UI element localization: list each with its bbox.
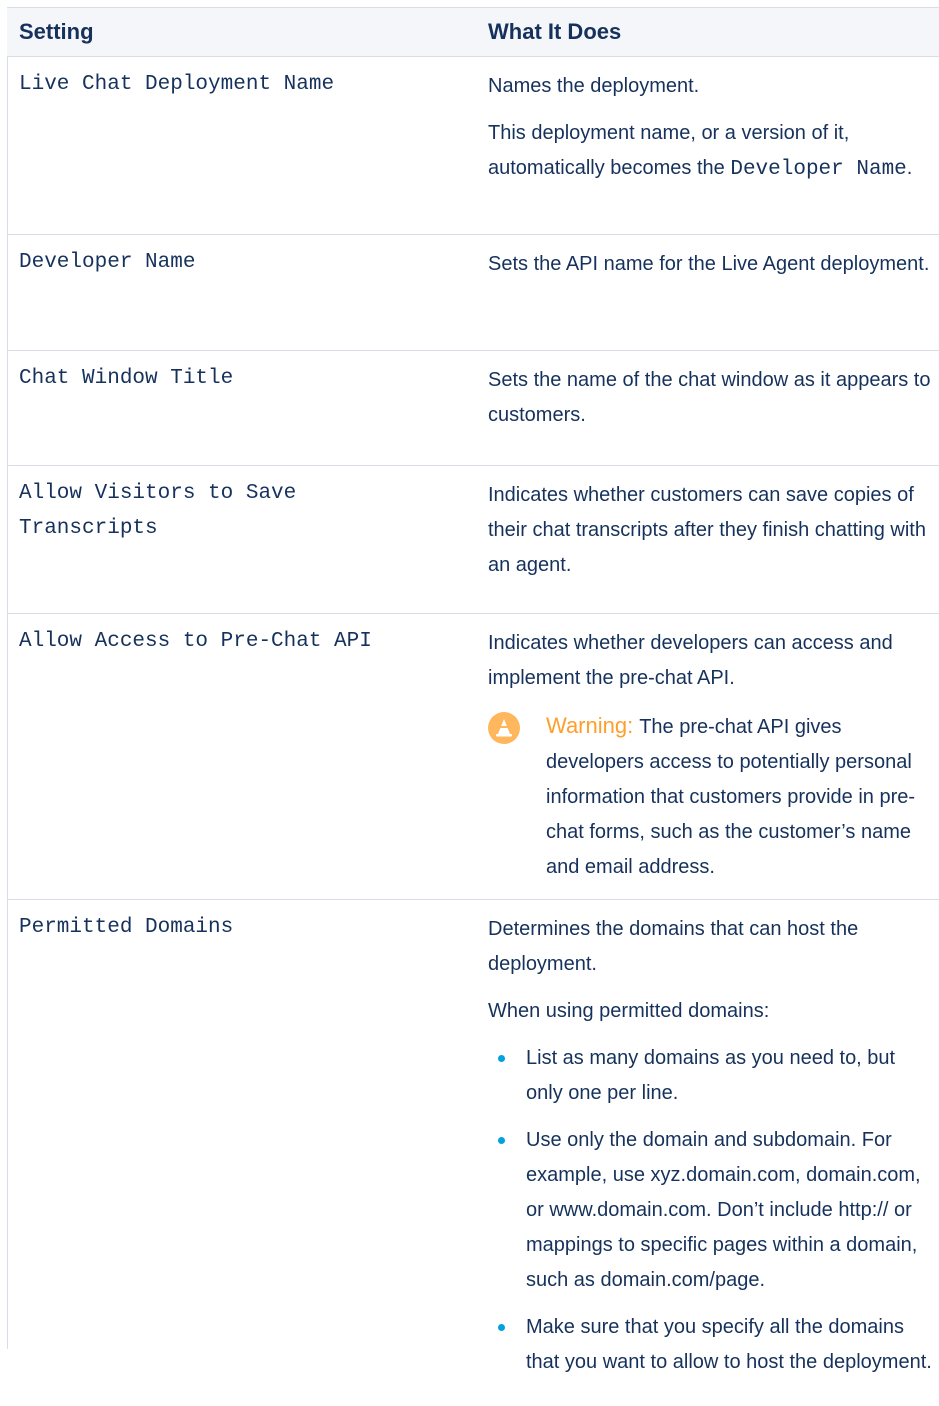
- description-paragraph: When using permitted domains:: [488, 994, 939, 1029]
- table-row: Chat Window Title Sets the name of the c…: [7, 351, 939, 466]
- description-text: .: [907, 157, 913, 179]
- warning-callout: Warning:The pre-chat API gives developer…: [488, 708, 939, 885]
- description-cell: Names the deployment. This deployment na…: [477, 57, 939, 235]
- description-paragraph: Sets the API name for the Live Agent dep…: [488, 247, 939, 282]
- description-cell: Sets the name of the chat window as it a…: [477, 351, 939, 466]
- header-setting: Setting: [7, 8, 477, 57]
- setting-name: Allow Access to Pre-Chat API: [19, 624, 477, 659]
- list-item: Use only the domain and subdomain. For e…: [488, 1123, 939, 1298]
- list-item: List as many domains as you need to, but…: [488, 1041, 939, 1111]
- table-row: Live Chat Deployment Name Names the depl…: [7, 57, 939, 235]
- setting-name: Developer Name: [19, 245, 477, 280]
- description-paragraph: Sets the name of the chat window as it a…: [488, 363, 939, 433]
- setting-cell: Live Chat Deployment Name: [7, 57, 477, 235]
- setting-name: Allow Visitors to Save Transcripts: [19, 476, 477, 546]
- description-paragraph: Determines the domains that can host the…: [488, 912, 939, 982]
- bullet-icon: [498, 1137, 505, 1144]
- warning-icon-wrap: [488, 708, 546, 885]
- table-row: Developer Name Sets the API name for the…: [7, 235, 939, 351]
- setting-name: Permitted Domains: [19, 910, 477, 945]
- header-what-it-does: What It Does: [477, 8, 939, 57]
- setting-cell: Developer Name: [7, 235, 477, 351]
- settings-table: Setting What It Does Live Chat Deploymen…: [7, 8, 939, 1406]
- setting-name-line: Transcripts: [19, 517, 158, 540]
- description-paragraph: Names the deployment.: [488, 69, 939, 104]
- table-header-row: Setting What It Does: [7, 8, 939, 57]
- setting-cell: Allow Access to Pre-Chat API: [7, 614, 477, 900]
- bullet-icon: [498, 1055, 505, 1062]
- bullet-list: List as many domains as you need to, but…: [488, 1041, 939, 1380]
- description-cell: Sets the API name for the Live Agent dep…: [477, 235, 939, 351]
- list-item: Make sure that you specify all the domai…: [488, 1310, 939, 1380]
- setting-cell: Chat Window Title: [7, 351, 477, 466]
- warning-label: Warning:: [546, 713, 633, 738]
- setting-cell: Permitted Domains: [7, 900, 477, 1406]
- list-item-text: Make sure that you specify all the domai…: [526, 1316, 932, 1373]
- warning-body: Warning:The pre-chat API gives developer…: [546, 708, 939, 885]
- setting-name: Chat Window Title: [19, 361, 477, 396]
- warning-cone-icon: [488, 712, 520, 744]
- warning-text: The pre-chat API gives developers access…: [546, 716, 915, 878]
- setting-name-line: Allow Visitors to Save: [19, 482, 296, 505]
- document-page: Setting What It Does Live Chat Deploymen…: [0, 0, 939, 1349]
- list-item-text: Use only the domain and subdomain. For e…: [526, 1129, 921, 1291]
- table-row: Allow Access to Pre-Chat API Indicates w…: [7, 614, 939, 900]
- table-row: Permitted Domains Determines the domains…: [7, 900, 939, 1406]
- bullet-icon: [498, 1324, 505, 1331]
- setting-name: Live Chat Deployment Name: [19, 67, 477, 102]
- table-row: Allow Visitors to Save Transcripts Indica…: [7, 466, 939, 614]
- description-cell: Indicates whether developers can access …: [477, 614, 939, 900]
- description-paragraph: This deployment name, or a version of it…: [488, 116, 939, 187]
- inline-code: Developer Name: [730, 158, 906, 181]
- setting-cell: Allow Visitors to Save Transcripts: [7, 466, 477, 614]
- description-paragraph: Indicates whether developers can access …: [488, 626, 939, 696]
- description-cell: Determines the domains that can host the…: [477, 900, 939, 1406]
- description-paragraph: Indicates whether customers can save cop…: [488, 478, 939, 583]
- list-item-text: List as many domains as you need to, but…: [526, 1047, 895, 1104]
- description-cell: Indicates whether customers can save cop…: [477, 466, 939, 614]
